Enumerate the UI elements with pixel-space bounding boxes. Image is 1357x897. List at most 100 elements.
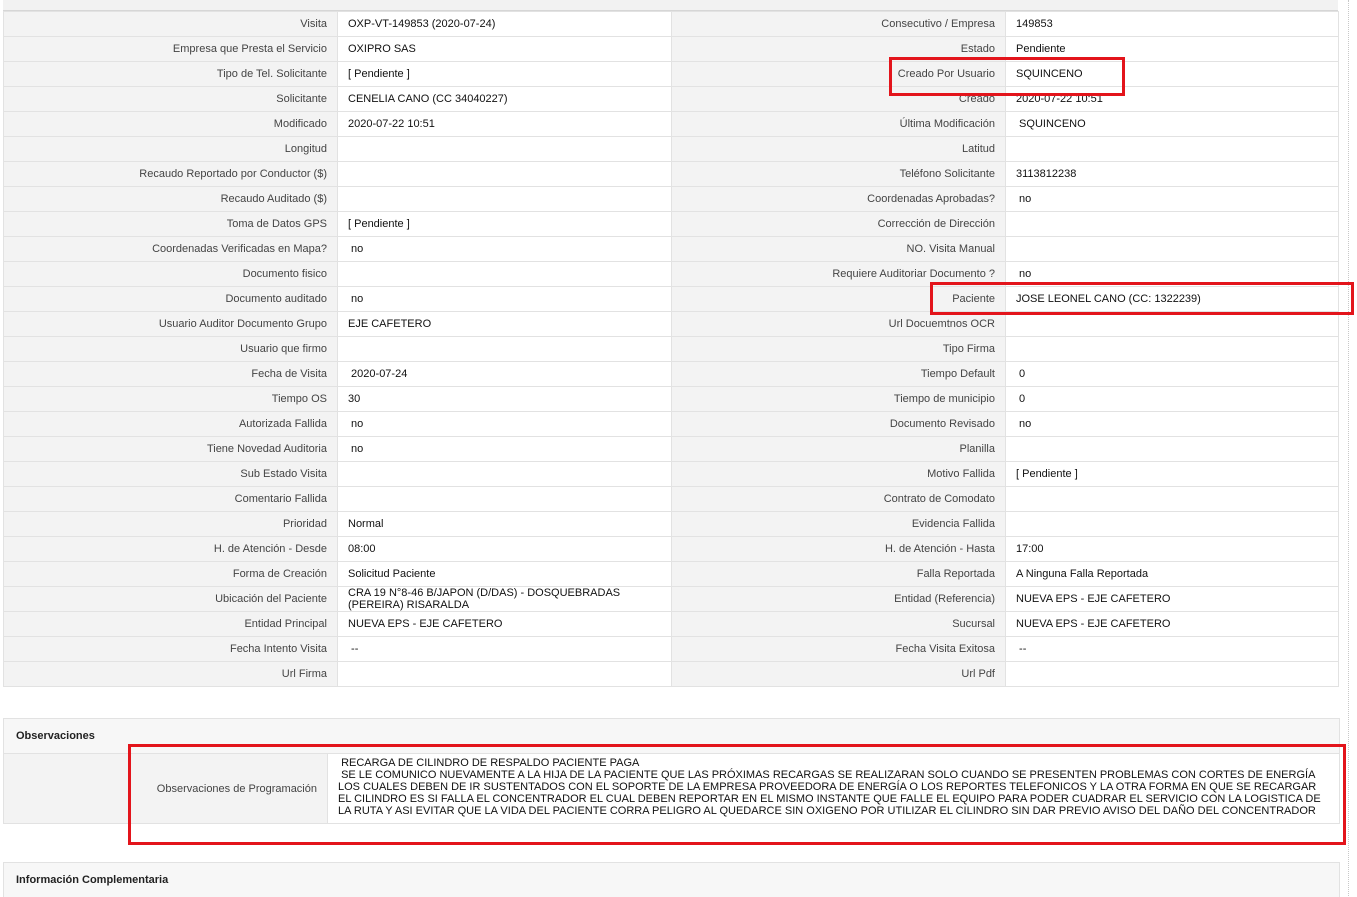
field-value: NUEVA EPS - EJE CAFETERO bbox=[337, 611, 672, 637]
field-value bbox=[1005, 311, 1339, 337]
field-value-text: -- bbox=[348, 643, 359, 655]
field-value: JOSE LEONEL CANO (CC: 1322239) bbox=[1005, 286, 1339, 312]
table-row: Forma de Creación Solicitud Paciente Falla… bbox=[3, 561, 1339, 587]
field-label: Entidad Principal bbox=[3, 611, 338, 637]
field-value: SQUINCENO bbox=[1005, 111, 1339, 137]
field-value: OXIPRO SAS bbox=[337, 36, 672, 62]
field-value-text: [ Pendiente ] bbox=[348, 218, 410, 230]
field-label: Empresa que Presta el Servicio bbox=[3, 36, 338, 62]
field-label: Fecha Visita Exitosa bbox=[671, 636, 1006, 662]
field-label: Coordenadas Aprobadas? bbox=[671, 186, 1006, 212]
field-label: Solicitante bbox=[3, 86, 338, 112]
field-value-text: 2020-07-22 10:51 bbox=[1016, 93, 1103, 105]
field-label: Modificado bbox=[3, 111, 338, 137]
field-label: Falla Reportada bbox=[671, 561, 1006, 587]
field-label: Creado Por Usuario bbox=[671, 61, 1006, 87]
field-label: Prioridad bbox=[3, 511, 338, 537]
field-label: Tipo Firma bbox=[671, 336, 1006, 362]
field-value bbox=[1005, 436, 1339, 462]
table-row: Usuario Auditor Documento Grupo EJE CAFET… bbox=[3, 311, 1339, 337]
field-value: 3113812238 bbox=[1005, 161, 1339, 187]
field-value: [ Pendiente ] bbox=[1005, 461, 1339, 487]
field-value: no bbox=[337, 411, 672, 437]
table-row: Tipo de Tel. Solicitante [ Pendiente ] Cre… bbox=[3, 61, 1339, 87]
field-value-text: [ Pendiente ] bbox=[1016, 468, 1078, 480]
table-row: Prioridad Normal Evidencia Fallida bbox=[3, 511, 1339, 537]
field-value bbox=[337, 661, 672, 687]
field-value: 149853 bbox=[1005, 11, 1339, 37]
field-value: no bbox=[337, 286, 672, 312]
field-value: Normal bbox=[337, 511, 672, 537]
field-value: Solicitud Paciente bbox=[337, 561, 672, 587]
field-value: no bbox=[1005, 186, 1339, 212]
field-label: Contrato de Comodato bbox=[671, 486, 1006, 512]
field-value-text: 3113812238 bbox=[1016, 168, 1077, 180]
field-value bbox=[337, 461, 672, 487]
field-label: Fecha de Visita bbox=[3, 361, 338, 387]
field-label: Sucursal bbox=[671, 611, 1006, 637]
field-label: Motivo Fallida bbox=[671, 461, 1006, 487]
table-row: Comentario Fallida Contrato de Comodato bbox=[3, 486, 1339, 512]
field-label: Documento Revisado bbox=[671, 411, 1006, 437]
field-value: NUEVA EPS - EJE CAFETERO bbox=[1005, 586, 1339, 612]
field-label: Longitud bbox=[3, 136, 338, 162]
field-value: no bbox=[337, 436, 672, 462]
field-value-text: no bbox=[1016, 193, 1032, 205]
table-row: Longitud Latitud bbox=[3, 136, 1339, 162]
field-label: Fecha Intento Visita bbox=[3, 636, 338, 662]
field-label: Última Modificación bbox=[671, 111, 1006, 137]
field-value-text: CENELIA CANO (CC 34040227) bbox=[348, 93, 508, 105]
field-label: Requiere Auditoriar Documento ? bbox=[671, 261, 1006, 287]
field-label: Sub Estado Visita bbox=[3, 461, 338, 487]
observaciones-section: Observaciones Observaciones de Programac… bbox=[3, 718, 1340, 824]
field-label: Coordenadas Verificadas en Mapa? bbox=[3, 236, 338, 262]
field-value: [ Pendiente ] bbox=[337, 211, 672, 237]
field-value bbox=[1005, 486, 1339, 512]
table-row: Empresa que Presta el Servicio OXIPRO SAS… bbox=[3, 36, 1339, 62]
field-value: -- bbox=[1005, 636, 1339, 662]
field-value-text: no bbox=[1016, 268, 1032, 280]
field-label: Evidencia Fallida bbox=[671, 511, 1006, 537]
field-label: Forma de Creación bbox=[3, 561, 338, 587]
table-row: Tiene Novedad Auditoria no Planilla bbox=[3, 436, 1339, 462]
field-label: H. de Atención - Desde bbox=[3, 536, 338, 562]
table-row: Entidad Principal NUEVA EPS - EJE CAFETER… bbox=[3, 611, 1339, 637]
table-row: Ubicación del Paciente CRA 19 N°8-46 B/JA… bbox=[3, 586, 1339, 612]
table-row: Url Firma Url Pdf bbox=[3, 661, 1339, 687]
field-value-text: 0 bbox=[1016, 393, 1026, 405]
table-row: Modificado 2020-07-22 10:51 Última Modific… bbox=[3, 111, 1339, 137]
field-label: Teléfono Solicitante bbox=[671, 161, 1006, 187]
field-value: no bbox=[1005, 261, 1339, 287]
field-label: Url Firma bbox=[3, 661, 338, 687]
field-value-text: 0 bbox=[1016, 368, 1026, 380]
field-value bbox=[337, 186, 672, 212]
field-value-text: NUEVA EPS - EJE CAFETERO bbox=[1016, 593, 1171, 605]
field-value-text: EJE CAFETERO bbox=[348, 318, 432, 330]
field-value-text: OXIPRO SAS bbox=[348, 43, 416, 55]
field-label: Url Docuemtnos OCR bbox=[671, 311, 1006, 337]
field-label: Documento fisico bbox=[3, 261, 338, 287]
table-row: Fecha de Visita 2020-07-24 Tiempo Default… bbox=[3, 361, 1339, 387]
field-value-text: no bbox=[348, 443, 364, 455]
observaciones-text: RECARGA DE CILINDRO DE RESPALDO PACIENTE… bbox=[328, 754, 1339, 823]
visit-detail-table: Visita OXP-VT-149853 (2020-07-24) Consecut… bbox=[3, 11, 1339, 687]
observaciones-label: Observaciones de Programación bbox=[4, 754, 328, 823]
scrollbar-track[interactable] bbox=[1348, 0, 1352, 896]
field-label: Paciente bbox=[671, 286, 1006, 312]
field-label: Tiempo de municipio bbox=[671, 386, 1006, 412]
field-value-text: 08:00 bbox=[348, 543, 376, 555]
table-row: Recaudo Auditado ($) Coordenadas Aprobada… bbox=[3, 186, 1339, 212]
field-label: Corrección de Dirección bbox=[671, 211, 1006, 237]
field-label: H. de Atención - Hasta bbox=[671, 536, 1006, 562]
field-value-text: CRA 19 N°8-46 B/JAPON (D/DAS) - DOSQUEBR… bbox=[348, 587, 621, 611]
field-value: CENELIA CANO (CC 34040227) bbox=[337, 86, 672, 112]
field-label: Usuario que firmo bbox=[3, 336, 338, 362]
field-value bbox=[337, 486, 672, 512]
field-value-text: SQUINCENO bbox=[1016, 68, 1083, 80]
field-value bbox=[1005, 511, 1339, 537]
field-label: Tiempo OS bbox=[3, 386, 338, 412]
field-value: 2020-07-22 10:51 bbox=[1005, 86, 1339, 112]
field-value: EJE CAFETERO bbox=[337, 311, 672, 337]
field-value bbox=[1005, 136, 1339, 162]
observaciones-title: Observaciones bbox=[4, 719, 1339, 754]
